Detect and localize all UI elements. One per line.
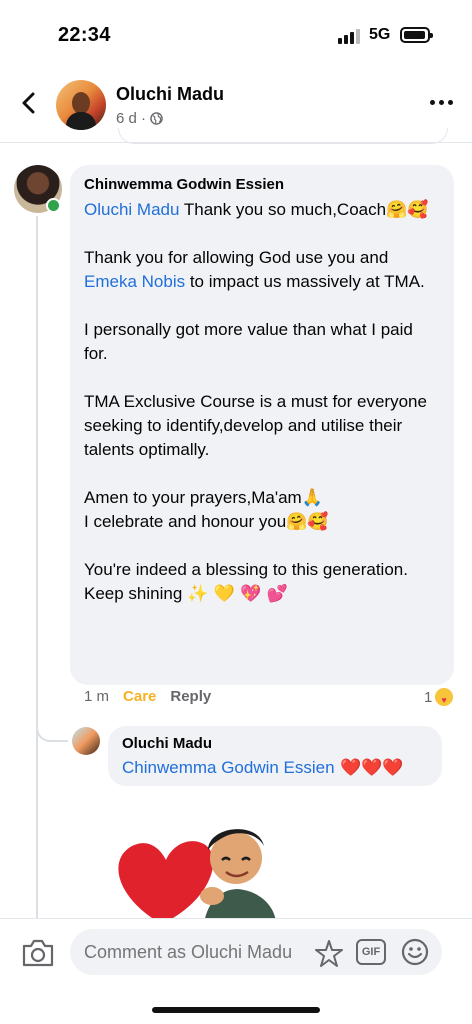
comment-input[interactable] <box>70 929 442 975</box>
post-meta: 6 d · <box>116 110 163 127</box>
online-status-dot <box>46 198 61 213</box>
mention-link[interactable]: Emeka Nobis <box>84 272 185 291</box>
status-time: 22:34 <box>58 24 111 46</box>
mention-link[interactable]: Oluchi Madu <box>84 200 179 219</box>
emoji: ❤️❤️❤️ <box>334 758 404 778</box>
care-reaction-icon: ♥ <box>435 688 454 706</box>
comment-text: Keep shining <box>84 584 188 603</box>
comment-paragraph: Oluchi Madu Thank you so much,Coach🤗🥰 <box>84 198 440 222</box>
more-icon <box>430 100 435 105</box>
comment-paragraph: I personally got more value than what I … <box>84 320 413 363</box>
camera-icon <box>22 939 54 967</box>
reaction-summary[interactable]: 1 ♥ <box>424 688 454 706</box>
camera-button[interactable] <box>20 937 56 969</box>
emoji: 🙏 <box>301 488 323 508</box>
author-name[interactable]: Oluchi Madu <box>116 84 224 105</box>
comment-text: to impact us massively at TMA. <box>185 272 425 291</box>
reply-author[interactable]: Oluchi Madu <box>122 735 428 753</box>
heart-hug-sticker-icon <box>118 829 276 924</box>
comment-text: Amen to your prayers,Ma'am <box>84 488 302 507</box>
avatar-sticker <box>108 820 284 924</box>
status-bar: 22:34 5G <box>0 0 472 70</box>
comment-text: Thank you so much,Coach <box>179 200 387 219</box>
comment-time: 1 m <box>84 688 110 705</box>
signal-icon <box>338 28 364 44</box>
emoji-icon <box>401 938 429 966</box>
reply-bubble[interactable]: Oluchi Madu Chinwemma Godwin Essien ❤️❤️… <box>108 726 442 786</box>
care-reaction-button[interactable]: Care <box>123 688 156 705</box>
header-divider <box>0 142 472 143</box>
comment-paragraph: TMA Exclusive Course is a must for every… <box>84 392 427 459</box>
emoji: 🤗🥰 <box>286 512 329 532</box>
avatar-sticker-icon <box>315 940 343 967</box>
comment-text: I celebrate and honour you <box>84 512 287 531</box>
post-time: 6 d · <box>116 110 147 127</box>
network-label: 5G <box>369 26 391 43</box>
globe-icon <box>150 112 163 125</box>
emoji: 🤗🥰 <box>386 200 429 220</box>
back-button[interactable] <box>14 88 44 118</box>
home-indicator <box>152 1007 320 1013</box>
comment-author[interactable]: Chinwemma Godwin Essien <box>84 175 440 195</box>
comment-paragraph: You're indeed a blessing to this generat… <box>84 558 440 606</box>
comment-bubble[interactable]: Chinwemma Godwin Essien Oluchi Madu Than… <box>70 165 454 685</box>
emoji-button[interactable] <box>400 937 430 967</box>
reply-body: Chinwemma Godwin Essien ❤️❤️❤️ <box>122 756 428 780</box>
reply-avatar[interactable] <box>72 727 100 755</box>
emoji: ✨ 💛 💖 💕 <box>187 584 288 604</box>
reply-button[interactable]: Reply <box>170 688 211 705</box>
comment-body: Oluchi Madu Thank you so much,Coach🤗🥰 Th… <box>84 198 440 606</box>
thread-line <box>36 216 38 920</box>
battery-icon <box>400 27 433 43</box>
more-options-button[interactable] <box>430 100 456 108</box>
reaction-count: 1 <box>424 688 433 706</box>
avatar-sticker-button[interactable] <box>314 939 344 969</box>
comment-text: You're indeed a blessing to this generat… <box>84 560 408 579</box>
comment-paragraph: Thank you for allowing God use you and E… <box>84 246 440 294</box>
back-arrow-icon <box>22 92 35 114</box>
comment-actions: 1 m Care Reply <box>84 688 211 705</box>
comment-composer: GIF <box>0 918 472 1024</box>
mention-link[interactable]: Chinwemma Godwin Essien <box>122 758 335 777</box>
author-avatar[interactable] <box>56 80 106 130</box>
comment-paragraph: Amen to your prayers,Ma'am🙏 I celebrate … <box>84 486 440 534</box>
comment-text: Thank you for allowing God use you and <box>84 248 389 267</box>
gif-button[interactable]: GIF <box>356 939 386 965</box>
reply-connector <box>36 700 68 742</box>
